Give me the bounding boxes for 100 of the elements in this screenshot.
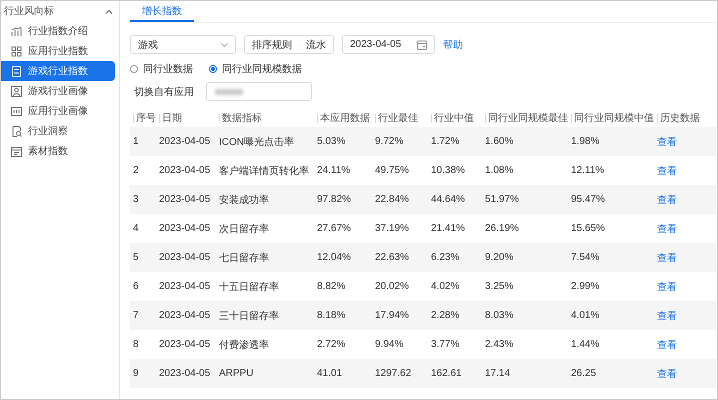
table-cell: 9 [133,368,139,379]
blurred-text [215,88,243,94]
table-cell: 44.64% [431,194,465,205]
table-cell: 2023-04-05 [159,165,210,176]
table-cell: 5.03% [317,136,346,147]
sidebar-item[interactable]: 游戏行业画像 [1,81,115,101]
table-cell: 4.01% [571,310,600,321]
menu-icon [11,106,22,116]
menu-icon [11,126,22,136]
view-link[interactable]: 查看 [657,222,677,236]
table-cell: 12.04% [317,252,351,263]
table-cell: 49.75% [375,165,409,176]
industry-select[interactable]: 游戏 [130,35,236,54]
view-link[interactable]: 查看 [657,192,677,206]
table-cell: 2023-04-05 [159,136,210,147]
table-cell: 1 [133,136,139,147]
table-cell: 162.61 [431,368,462,379]
table-cell: 7.54% [571,252,600,263]
table-cell: 26.19% [485,223,519,234]
view-link[interactable]: 查看 [657,250,677,264]
calendar-icon [417,40,427,50]
table-cell: 95.47% [571,194,605,205]
table-cell: 2.99% [571,281,600,292]
app-field[interactable] [206,82,312,101]
table-cell: 24.11% [317,165,350,176]
menu-icon [11,46,22,56]
column-header: 历史数据 [660,112,700,125]
table-cell: 2023-04-05 [159,339,210,350]
sidebar-item[interactable]: 行业洞察 [1,121,115,141]
table-cell: 3.77% [431,339,460,350]
table-cell-text: 付费渗透率 [219,338,269,352]
table-cell: 1.08% [485,165,514,176]
sidebar-item[interactable]: 素材指数 [1,141,115,161]
table-cell: 9.94% [375,339,404,350]
radio-option[interactable]: 同行业数据 [130,62,193,76]
table-cell: 2023-04-05 [159,281,210,292]
table-cell-text: 次日留存率 [219,222,269,236]
menu-icon [11,86,22,96]
sidebar-item[interactable]: 行业指数介绍 [1,21,115,41]
table-cell: 15.65% [571,223,605,234]
table-cell: 1.60% [485,136,514,147]
table-cell: 20.02% [375,281,409,292]
view-link[interactable]: 查看 [657,134,677,148]
help-link[interactable]: 帮助 [443,38,463,52]
view-link[interactable]: 查看 [657,164,677,178]
table-cell: 8.82% [317,281,346,292]
table-cell: 5 [133,252,139,263]
table-cell: 12.11% [571,165,604,176]
menu-icon [11,66,22,76]
table-cell: 22.63% [375,252,409,263]
table-cell: 3 [133,194,139,205]
column-header: 数据指标 [222,112,262,125]
tab[interactable]: 增长指数 [130,1,194,22]
table-cell: 41.01 [317,368,342,379]
table-cell: 2023-04-05 [159,368,210,379]
radio-option[interactable]: 同行业同规模数据 [209,62,302,76]
table-cell: 17.94% [375,310,409,321]
table-cell: 9.20% [485,252,514,263]
view-link[interactable]: 查看 [657,280,677,294]
view-link[interactable]: 查看 [657,308,677,322]
radio-icon[interactable] [209,65,217,73]
table-cell-text: 十五日留存率 [219,280,279,294]
radio-label: 同行业同规模数据 [222,62,302,76]
table-cell: 17.14 [485,368,510,379]
table-cell: 2023-04-05 [159,194,210,205]
table-cell: 4 [133,223,139,234]
sort-select[interactable]: 排序规则 流水 [244,35,334,54]
table-cell: 26.25 [571,368,596,379]
field-label: 切换自有应用 [134,86,194,98]
table-cell: ARPPU [219,368,254,379]
sidebar-title: 行业风向标 [4,4,54,18]
table-cell: 51.97% [485,194,519,205]
table-cell: 21.41% [431,223,465,234]
table-cell: 2.72% [317,339,346,350]
view-link[interactable]: 查看 [657,338,677,352]
table-cell: 27.67% [317,223,351,234]
table-cell: 2023-04-05 [159,252,210,263]
table-cell: 8 [133,339,139,350]
sidebar-item[interactable]: 应用行业指数 [1,41,115,61]
caret-icon[interactable] [105,8,113,14]
table-cell: 1297.62 [375,368,412,379]
chevron-icon [221,42,228,46]
table-cell: 7 [133,310,139,321]
column-header: 本应用数据 [320,112,370,125]
table-cell: 9.72% [375,136,404,147]
date-field[interactable]: 2023-04-05 [342,35,435,54]
table-cell-text: 七日留存率 [219,252,269,264]
sidebar-item[interactable]: 游戏行业指数 [1,61,115,81]
menu-icon [11,146,22,156]
table-cell: 2023-04-05 [159,310,210,321]
table-cell-text: 安装成功率 [219,194,269,206]
table-cell-text: ICON曝光点击率 [219,136,294,148]
table-cell: 22.84% [375,194,409,205]
column-header: 同行业同规模中值 [574,112,654,125]
radio-icon[interactable] [130,65,138,73]
table-cell: 4.02% [431,281,460,292]
table-cell: 1.44% [571,339,600,350]
view-link[interactable]: 查看 [657,366,677,380]
table-cell-text: 客户端详情页转化率 [219,164,309,178]
sidebar-item[interactable]: 应用行业画像 [1,101,115,121]
